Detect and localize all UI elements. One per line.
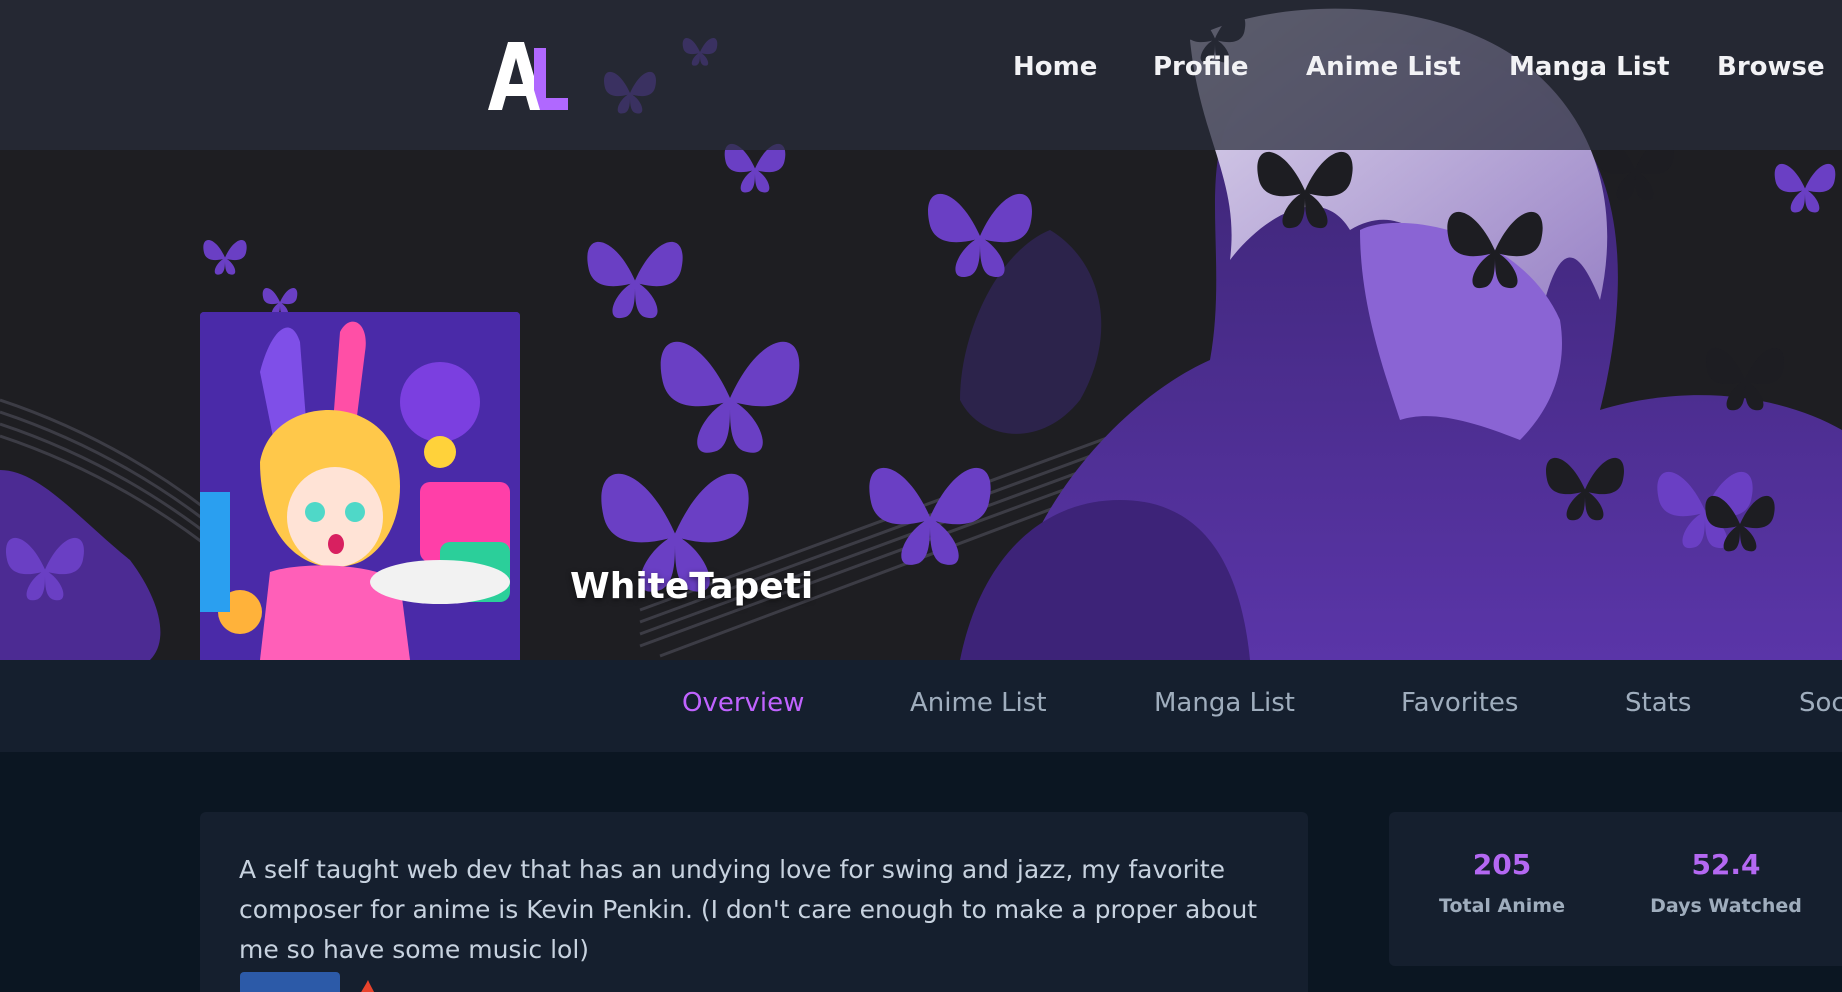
nav-profile-link[interactable]: Profile [1153, 52, 1249, 82]
tab-overview[interactable]: Overview [682, 688, 804, 718]
tab-social[interactable]: Soc [1799, 688, 1842, 718]
profile-avatar [200, 312, 520, 660]
about-card: A self taught web dev that has an undyin… [200, 812, 1308, 992]
tab-favorites[interactable]: Favorites [1401, 688, 1518, 718]
stat-days-watched: 52.4 Days Watched [1626, 848, 1826, 917]
stat-label: Days Watched [1650, 895, 1802, 917]
stat-label: Total Anime [1439, 895, 1565, 917]
profile-tabs: Overview Anime List Manga List Favorites… [0, 660, 1842, 752]
about-text: A self taught web dev that has an undyin… [239, 855, 1258, 964]
nav-links: Home Profile Anime List Manga List Brows… [0, 52, 1842, 92]
stat-value: 205 [1472, 848, 1532, 881]
stat-total-anime: 205 Total Anime [1402, 848, 1602, 917]
profile-page: Home Profile Anime List Manga List Brows… [0, 0, 1842, 992]
tab-anime-list[interactable]: Anime List [910, 688, 1047, 718]
tab-stats[interactable]: Stats [1625, 688, 1691, 718]
stats-card: 205 Total Anime 52.4 Days Watched [1389, 812, 1842, 966]
stat-value: 52.4 [1691, 848, 1761, 881]
tab-manga-list[interactable]: Manga List [1154, 688, 1295, 718]
nav-manga-list-link[interactable]: Manga List [1509, 52, 1670, 82]
nav-home-link[interactable]: Home [1013, 52, 1097, 82]
top-navigation-bar: Home Profile Anime List Manga List Brows… [0, 0, 1842, 150]
about-embed-thumbnail[interactable] [240, 972, 340, 992]
nav-browse-link[interactable]: Browse [1717, 52, 1825, 82]
profile-username: WhiteTapeti [570, 566, 814, 607]
nav-anime-list-link[interactable]: Anime List [1306, 52, 1461, 82]
about-embed-icon [361, 980, 375, 992]
